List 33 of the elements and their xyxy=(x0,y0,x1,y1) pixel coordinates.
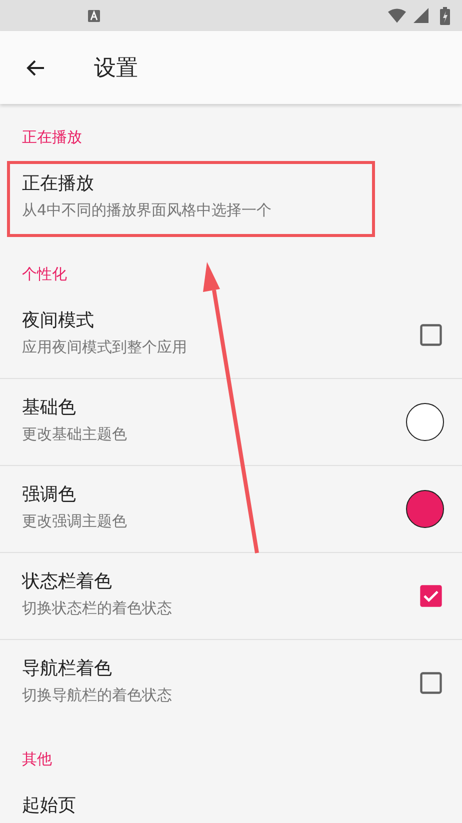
battery-icon xyxy=(440,6,450,24)
settings-item[interactable]: 夜间模式 应用夜间模式到整个应用 xyxy=(0,292,462,378)
wifi-icon xyxy=(388,8,406,23)
item-title: 正在播放 xyxy=(22,172,95,195)
item-title: 导航栏着色 xyxy=(22,657,113,680)
item-summary: 从4中不同的播放界面风格中选择一个 xyxy=(22,201,273,220)
item-title: 强调色 xyxy=(22,483,77,506)
notification-icon xyxy=(88,10,100,22)
checkbox[interactable] xyxy=(418,583,444,609)
item-summary: 应用夜间模式到整个应用 xyxy=(22,338,188,357)
signal-icon xyxy=(412,8,430,23)
item-title: 夜间模式 xyxy=(22,309,95,332)
settings-item[interactable]: 基础色 更改基础主题色 xyxy=(0,378,462,465)
item-summary: 更改基础主题色 xyxy=(22,425,128,444)
settings-item[interactable]: 导航栏着色 切换导航栏的着色状态 xyxy=(0,639,462,726)
item-summary: 切换状态栏的着色状态 xyxy=(22,599,173,618)
settings-item[interactable]: 强调色 更改强调主题色 xyxy=(0,465,462,552)
settings-item[interactable]: 状态栏着色 切换状态栏的着色状态 xyxy=(0,552,462,639)
item-title: 状态栏着色 xyxy=(22,570,113,593)
section-header: 个性化 xyxy=(21,264,68,285)
section-header: 正在播放 xyxy=(21,127,83,148)
settings-item[interactable]: 起始页 xyxy=(0,777,462,823)
item-summary: 更改强调主题色 xyxy=(22,512,128,531)
item-summary: 切换导航栏的着色状态 xyxy=(22,686,173,705)
item-title: 基础色 xyxy=(22,396,77,419)
toolbar-title: 设置 xyxy=(94,54,138,82)
item-title: 起始页 xyxy=(22,794,77,817)
checkbox[interactable] xyxy=(418,670,444,696)
checkbox[interactable] xyxy=(418,322,444,348)
settings-item[interactable]: 正在播放 从4中不同的播放界面风格中选择一个 xyxy=(0,155,462,241)
section-header: 其他 xyxy=(21,749,53,770)
color-swatch[interactable] xyxy=(406,403,444,441)
color-swatch[interactable] xyxy=(406,490,444,528)
